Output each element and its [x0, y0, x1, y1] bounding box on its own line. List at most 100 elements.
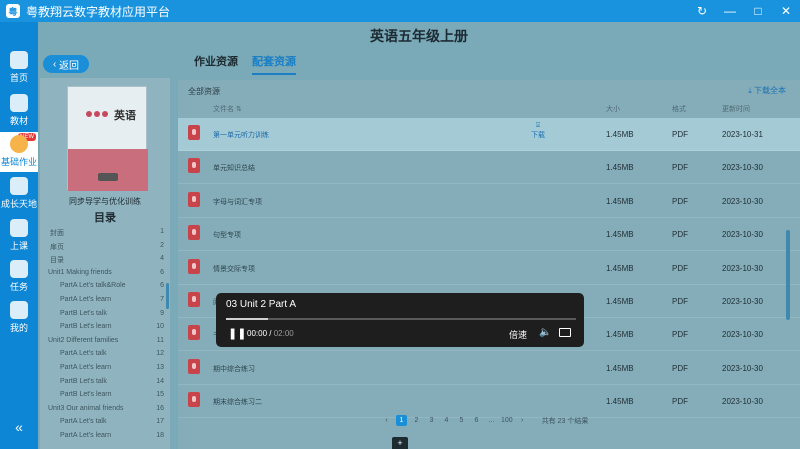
toc-item-page: 4 — [160, 255, 164, 263]
file-type: PDF — [672, 163, 688, 173]
page-number[interactable]: 100 — [501, 415, 513, 426]
nav-item-label: 我的 — [9, 323, 28, 333]
toc-item-label: Unit2 Different families — [48, 336, 119, 344]
audio-file-icon — [188, 358, 200, 374]
header-size: 大小 — [606, 106, 620, 113]
file-name[interactable]: 单元知识总结 — [213, 163, 255, 173]
toc-item[interactable]: Unit1 Making friends 6 — [40, 267, 166, 281]
audio-file-icon — [188, 225, 200, 241]
file-name[interactable]: 句型专项 — [213, 230, 241, 240]
toc-scrollbar[interactable] — [166, 283, 169, 309]
page-number[interactable]: 3 — [426, 415, 437, 426]
nav-item-growth[interactable]: 成长天地 — [0, 174, 38, 214]
file-name[interactable]: 期中综合练习 — [213, 364, 255, 374]
toc-item[interactable]: 目录 4 — [40, 253, 166, 267]
nav-item-class[interactable]: 上课 — [0, 216, 38, 256]
page-number[interactable]: 1 — [396, 415, 407, 426]
page-number[interactable]: 2 — [411, 415, 422, 426]
toc-item[interactable]: PartB Let's learn 10 — [40, 321, 166, 335]
next-page-button[interactable]: › — [517, 415, 528, 426]
book-cover[interactable]: 英语 — [67, 86, 148, 191]
table-scrollbar[interactable] — [786, 230, 790, 320]
table-row[interactable]: 期末综合练习二 1.45MB PDF 2023-10-30 — [178, 385, 800, 419]
toc-item[interactable]: PartA Let's talk&Role 6 — [40, 280, 166, 294]
catalog-panel: 英语 同步导学与优化训练 目录 封面 1 扉页 2 目录 4 Unit1 Making fr… — [40, 78, 170, 449]
back-label: 返回 — [59, 60, 80, 72]
player-time: 00:00 / 02:00 — [247, 329, 294, 338]
table-row[interactable]: 第一单元听力训练 ⍓ 下载 1.45MB PDF 2023-10-31 — [178, 118, 800, 151]
refresh-icon[interactable]: ↻ — [688, 0, 716, 22]
toc-item[interactable]: Unit3 Our animal friends 16 — [40, 403, 166, 417]
toc-item[interactable]: PartB Let's talk 14 — [40, 376, 166, 390]
nav-item-label: 教材 — [9, 116, 28, 126]
close-button[interactable]: ✕ — [772, 0, 800, 22]
toc-item-label: 目录 — [50, 257, 64, 265]
audio-file-icon — [188, 258, 200, 274]
toc-item[interactable]: PartA Let's talk 12 — [40, 348, 166, 362]
pause-icon[interactable]: ❚❚ — [228, 327, 246, 340]
download-all-button[interactable]: ⤓ 下载全本 — [748, 85, 786, 96]
page-number[interactable]: 6 — [471, 415, 482, 426]
maximize-button[interactable]: □ — [744, 0, 772, 22]
page-number[interactable]: 4 — [441, 415, 452, 426]
pagination: ‹ 1 2 3 4 5 6... 100 › 共有 23 个结果 — [381, 415, 588, 426]
page-number[interactable]: 5 — [456, 415, 467, 426]
homework-icon — [10, 135, 28, 153]
player-progress-bar[interactable] — [226, 318, 576, 320]
toc-item-label: PartB Let's talk — [60, 377, 107, 385]
nav-item-homework[interactable]: NEW 基础作业 — [0, 132, 38, 172]
file-name[interactable]: 第一单元听力训练 — [213, 130, 269, 140]
file-name[interactable]: 字母与词汇专项 — [213, 197, 262, 207]
audio-file-icon — [188, 292, 200, 307]
file-type: PDF — [672, 363, 688, 373]
toc-item[interactable]: PartA Let's talk 17 — [40, 416, 166, 430]
toc-item[interactable]: 封面 1 — [40, 226, 166, 240]
nav-item-home[interactable]: 首页 — [0, 48, 38, 88]
table-row[interactable]: 单元知识总结 1.45MB PDF 2023-10-30 — [178, 151, 800, 185]
file-name[interactable]: 情景交际专项 — [213, 264, 255, 274]
toc-item-page: 12 — [156, 350, 164, 358]
nav-item-task[interactable]: 任务 — [0, 257, 38, 297]
expand-toggle-button[interactable]: + — [392, 437, 408, 449]
speed-button[interactable]: 倍速 — [509, 328, 527, 341]
toc-item[interactable]: Unit2 Different families 11 — [40, 335, 166, 349]
nav-item-label: 成长天地 — [0, 199, 37, 209]
file-name[interactable]: 期末综合练习二 — [213, 397, 262, 407]
toc-item[interactable]: 扉页 2 — [40, 240, 166, 254]
book-title: 英语五年级上册 — [370, 28, 468, 44]
nav-item-textbook[interactable]: 教材 — [0, 91, 38, 131]
toc-item[interactable]: PartB Let's learn 15 — [40, 389, 166, 403]
leaf-icon — [10, 177, 28, 195]
toc-item[interactable]: PartB Let's talk 9 — [40, 308, 166, 322]
toc-item-page: 18 — [156, 431, 164, 439]
collapse-sidebar-icon[interactable]: « — [0, 419, 38, 435]
download-button[interactable]: ⍓ 下载 — [528, 122, 548, 140]
audio-file-icon — [188, 191, 200, 207]
file-size: 1.45MB — [606, 196, 634, 206]
toc-item-label: Unit1 Making friends — [48, 268, 112, 276]
file-type: PDF — [672, 263, 688, 273]
picture-in-picture-icon[interactable] — [559, 328, 571, 337]
toc-item[interactable]: PartA Let's learn 7 — [40, 294, 166, 308]
minimize-button[interactable]: — — [716, 0, 744, 22]
prev-page-button[interactable]: ‹ — [381, 415, 392, 426]
tab-homework-resources[interactable]: 作业资源 — [194, 53, 238, 75]
page-number[interactable]: ... — [486, 415, 497, 426]
nav-item-mine[interactable]: 我的 — [0, 298, 38, 338]
toc-item[interactable]: PartA Let's learn 18 — [40, 430, 166, 444]
table-row[interactable]: 字母与词汇专项 1.45MB PDF 2023-10-30 — [178, 185, 800, 218]
toc-item-label: 扉页 — [50, 243, 64, 251]
back-button[interactable]: ‹ 返回 — [43, 55, 89, 73]
tab-supporting-resources[interactable]: 配套资源 — [252, 53, 296, 75]
main-content: 英语五年级上册 ‹ 返回 作业资源 配套资源 英语 同步导学与优化训练 目录 封… — [38, 22, 800, 449]
toc-item[interactable]: PartA Let's learn 13 — [40, 362, 166, 376]
table-row[interactable]: 期中综合练习 1.45MB PDF 2023-10-30 — [178, 352, 800, 385]
file-date: 2023-10-30 — [722, 397, 763, 407]
toc-item-page: 11 — [156, 336, 164, 344]
header-filename[interactable]: 文件名 ⇅ — [213, 104, 242, 114]
table-row[interactable]: 句型专项 1.45MB PDF 2023-10-30 — [178, 218, 800, 252]
table-row[interactable]: 情景交际专项 1.45MB PDF 2023-10-30 — [178, 252, 800, 285]
audio-file-icon — [188, 325, 200, 341]
toc-item-page: 15 — [156, 391, 164, 399]
volume-icon[interactable]: 🔈 — [539, 327, 551, 338]
